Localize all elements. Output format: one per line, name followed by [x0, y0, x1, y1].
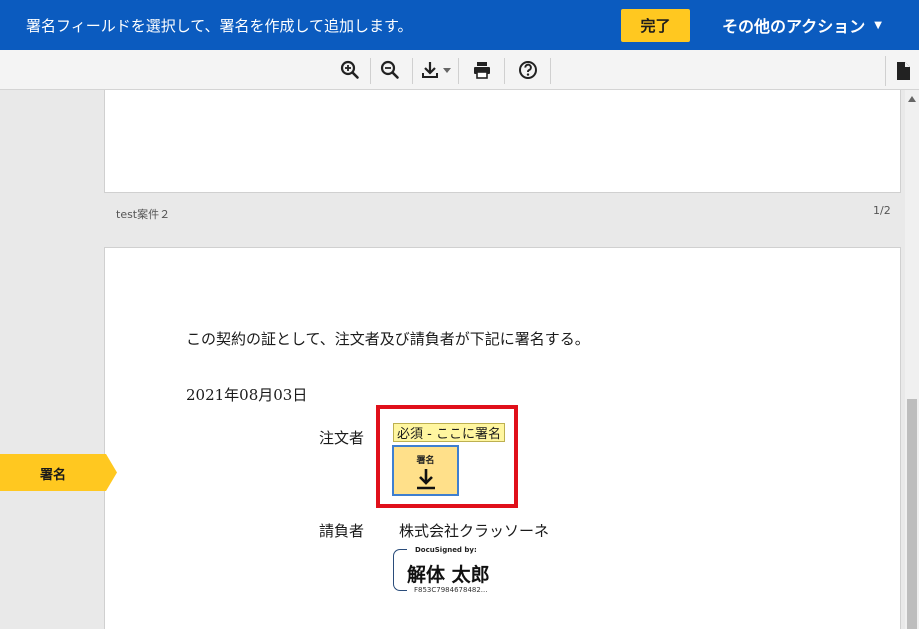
finish-button[interactable]: 完了 — [621, 9, 690, 42]
help-icon — [519, 61, 537, 79]
chevron-up-icon — [908, 96, 916, 102]
other-actions-label: その他のアクション — [722, 17, 866, 36]
toolbar-divider — [370, 58, 371, 84]
vertical-scrollbar[interactable] — [905, 90, 919, 629]
download-button[interactable] — [418, 56, 454, 84]
print-icon — [474, 62, 490, 79]
toolbar-divider — [504, 58, 505, 84]
banner-message: 署名フィールドを選択して、署名を作成して追加します。 — [26, 17, 413, 35]
document-page-1 — [104, 90, 901, 193]
contract-statement: この契約の証として、注文者及び請負者が下記に署名する。 — [186, 330, 590, 348]
page-number: 1/2 — [873, 204, 891, 217]
sign-tab-label: 署名 — [40, 468, 67, 483]
document-viewer[interactable]: test案件２ 1/2 この契約の証として、注文者及び請負者が下記に署名する。 … — [0, 90, 919, 629]
document-page-2: この契約の証として、注文者及び請負者が下記に署名する。 2021年08月03日 … — [104, 247, 901, 629]
help-button[interactable] — [510, 56, 546, 84]
zoom-in-button[interactable] — [332, 56, 368, 84]
document-icon — [896, 62, 910, 80]
scroll-up-arrow[interactable] — [905, 94, 919, 104]
document-panel-button[interactable] — [885, 56, 919, 86]
download-arrow-icon — [416, 469, 435, 490]
scrollbar-thumb[interactable] — [907, 399, 917, 629]
toolbar — [0, 50, 919, 90]
page-caption: test案件２ — [116, 208, 171, 221]
other-actions-menu[interactable]: その他のアクション ▼ — [722, 13, 882, 37]
print-button[interactable] — [464, 56, 500, 84]
contractor-name: 株式会社クラッソーネ — [399, 522, 550, 540]
zoom-out-icon — [380, 60, 399, 79]
toolbar-divider — [458, 58, 459, 84]
signature-field[interactable]: 署名 — [392, 445, 459, 496]
top-banner: 署名フィールドを選択して、署名を作成して追加します。 完了 その他のアクション … — [0, 0, 919, 50]
signature-field-label: 署名 — [416, 456, 435, 466]
signature-hash: F853C7984678482... — [414, 586, 488, 594]
signature-name: 解体 太郎 — [407, 564, 490, 586]
download-icon — [422, 62, 451, 78]
toolbar-divider — [412, 58, 413, 84]
orderer-label: 注文者 — [319, 429, 365, 447]
required-sign-tag: 必須 - ここに署名 — [393, 423, 505, 442]
zoom-out-button[interactable] — [372, 56, 408, 84]
contract-date: 2021年08月03日 — [186, 386, 308, 404]
docusign-bracket — [393, 549, 407, 591]
toolbar-divider — [550, 58, 551, 84]
docusigned-header: DocuSigned by: — [415, 546, 477, 554]
contractor-label: 請負者 — [319, 522, 365, 540]
zoom-in-icon — [340, 60, 359, 79]
chevron-down-icon: ▼ — [874, 19, 882, 31]
